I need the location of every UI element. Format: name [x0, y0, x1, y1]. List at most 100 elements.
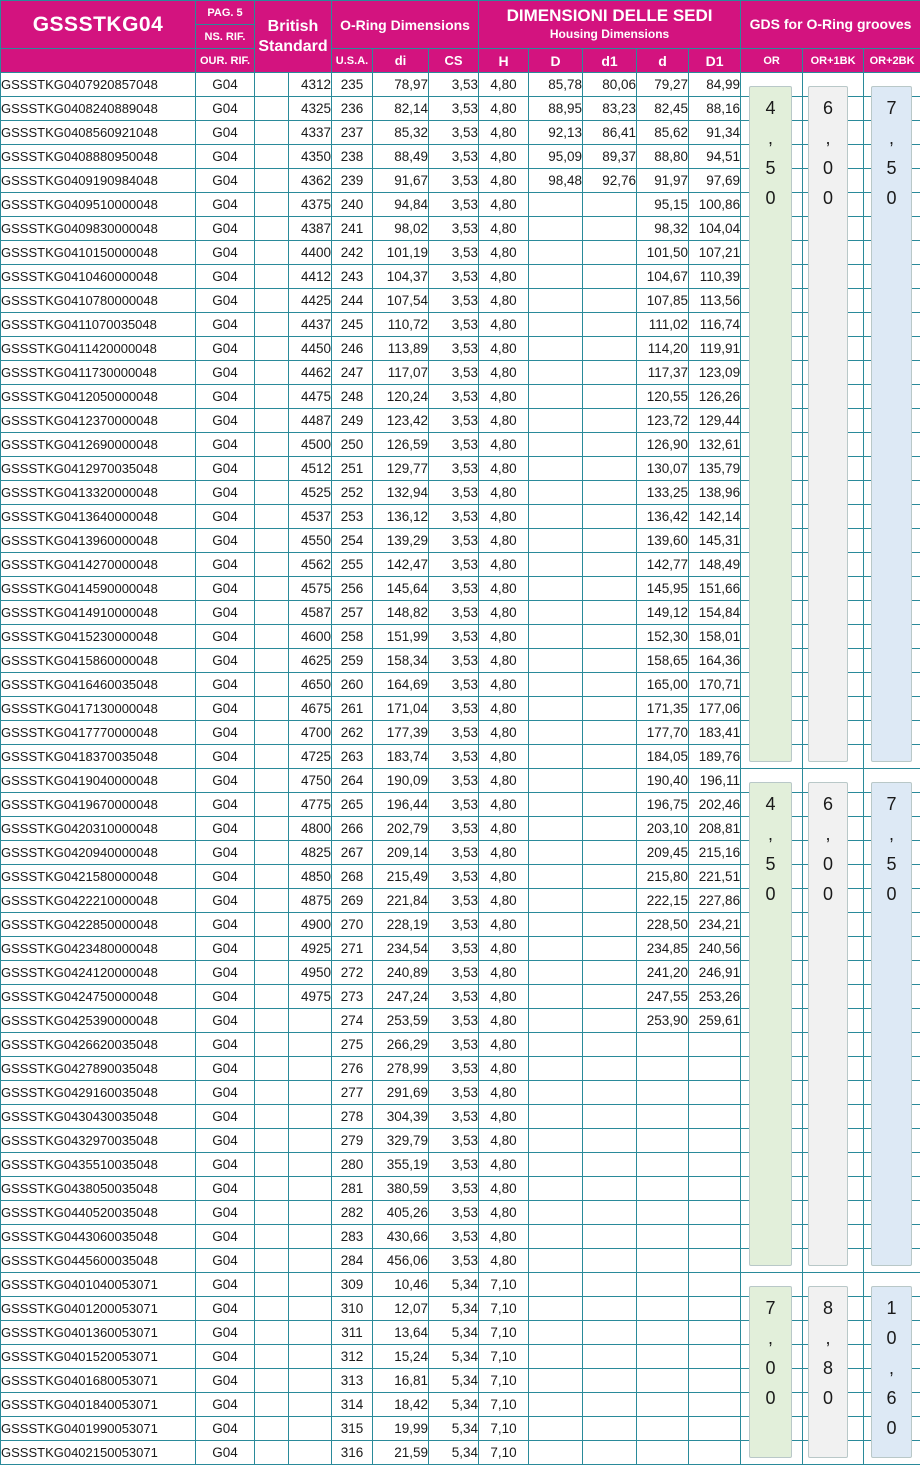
groove-h: 4,80 [478, 840, 530, 865]
groove-D1: 183,41 [688, 720, 742, 745]
article-code: GSSSTKG0424120000048 [0, 960, 196, 985]
inner-diameter: 405,26 [372, 1200, 429, 1225]
groove-D1 [688, 1440, 742, 1465]
inner-diameter: 278,99 [372, 1056, 429, 1081]
cross-section: 3,53 [427, 576, 480, 601]
british-ref: 4775 [288, 792, 332, 817]
cross-section: 3,53 [427, 72, 480, 97]
gds-value-text: 4 , 5 0 [765, 98, 776, 208]
our-ref: G04 [195, 1296, 255, 1321]
blank-cell [254, 312, 289, 337]
blank-cell [254, 624, 289, 649]
groove-h: 4,80 [478, 1104, 530, 1129]
cross-section: 3,53 [427, 1248, 480, 1273]
british-ref: 4900 [288, 912, 332, 937]
usa-size: 251 [331, 456, 373, 481]
article-code: GSSSTKG0412050000048 [0, 384, 196, 409]
usa-size: 238 [331, 144, 373, 169]
cross-section: 3,53 [427, 984, 480, 1009]
our-ref: G04 [195, 1248, 255, 1273]
usa-size: 264 [331, 768, 373, 793]
groove-d: 117,37 [636, 360, 690, 385]
our-ref: G04 [195, 1056, 255, 1081]
groove-d [636, 1344, 690, 1369]
groove-d [636, 1320, 690, 1345]
groove-D1 [688, 1152, 742, 1177]
groove-d1 [582, 1104, 638, 1129]
groove-h: 4,80 [478, 744, 530, 769]
gds-or2bk-value-2: 7 , 5 0 [871, 782, 912, 1266]
article-code: GSSSTKG0422210000048 [0, 888, 196, 913]
british-ref [288, 1104, 332, 1129]
groove-D1: 84,99 [688, 72, 742, 97]
groove-d1: 92,76 [582, 168, 638, 193]
blank-cell [254, 1296, 289, 1321]
blank-cell [254, 1056, 289, 1081]
groove-D1: 227,86 [688, 888, 742, 913]
our-ref: G04 [195, 792, 255, 817]
groove-d: 241,20 [636, 960, 690, 985]
cross-section: 3,53 [427, 720, 480, 745]
groove-d: 165,00 [636, 672, 690, 697]
inner-diameter: 139,29 [372, 528, 429, 553]
groove-d1: 80,06 [582, 72, 638, 97]
blank-cell [254, 168, 289, 193]
blank-cell [254, 816, 289, 841]
groove-d1 [582, 792, 638, 817]
groove-h: 7,10 [478, 1296, 530, 1321]
groove-d1 [582, 1272, 638, 1297]
blank-cell [254, 984, 289, 1009]
inner-diameter: 171,04 [372, 696, 429, 721]
groove-D1: 170,71 [688, 672, 742, 697]
british-ref [288, 1416, 332, 1441]
article-code: GSSSTKG0420310000048 [0, 816, 196, 841]
cross-section: 3,53 [427, 1056, 480, 1081]
inner-diameter: 13,64 [372, 1320, 429, 1345]
our-ref: G04 [195, 600, 255, 625]
gds-or-value-1: 4 , 5 0 [749, 86, 792, 762]
article-code: GSSSTKG0412370000048 [0, 408, 196, 433]
british-ref: 4825 [288, 840, 332, 865]
cross-section: 3,53 [427, 1200, 480, 1225]
groove-d1 [582, 696, 638, 721]
usa-size: 265 [331, 792, 373, 817]
inner-diameter: 19,99 [372, 1416, 429, 1441]
british-ref: 4850 [288, 864, 332, 889]
our-ref: G04 [195, 264, 255, 289]
groove-D1 [688, 1224, 742, 1249]
british-ref: 4950 [288, 960, 332, 985]
blank-cell [254, 1320, 289, 1345]
groove-h: 4,80 [478, 1008, 530, 1033]
groove-D [528, 360, 584, 385]
usa-size: 314 [331, 1392, 373, 1417]
british-ref: 4337 [288, 120, 332, 145]
col-or-1bk: OR+1BK [802, 48, 865, 73]
groove-d1 [582, 408, 638, 433]
our-ref: G04 [195, 960, 255, 985]
our-ref: G04 [195, 1176, 255, 1201]
groove-d1 [582, 1440, 638, 1465]
blank-cell [254, 432, 289, 457]
groove-h: 4,80 [478, 672, 530, 697]
cross-section: 3,53 [427, 528, 480, 553]
usa-size: 259 [331, 648, 373, 673]
article-code: GSSSTKG0425390000048 [0, 1008, 196, 1033]
our-ref: G04 [195, 144, 255, 169]
groove-d1 [582, 312, 638, 337]
cross-section: 3,53 [427, 120, 480, 145]
gds-value-text: 7 , 0 0 [765, 1298, 776, 1408]
groove-D1 [688, 1128, 742, 1153]
article-code: GSSSTKG0401990053071 [0, 1416, 196, 1441]
usa-size: 313 [331, 1368, 373, 1393]
blank-cell [254, 408, 289, 433]
blank-cell [254, 696, 289, 721]
groove-D [528, 1008, 584, 1033]
groove-D [528, 864, 584, 889]
groove-h: 4,80 [478, 408, 530, 433]
groove-D [528, 744, 584, 769]
our-ref: G04 [195, 864, 255, 889]
groove-h: 4,80 [478, 648, 530, 673]
groove-h: 4,80 [478, 1224, 530, 1249]
article-code: GSSSTKG0401200053071 [0, 1296, 196, 1321]
our-ref: G04 [195, 456, 255, 481]
